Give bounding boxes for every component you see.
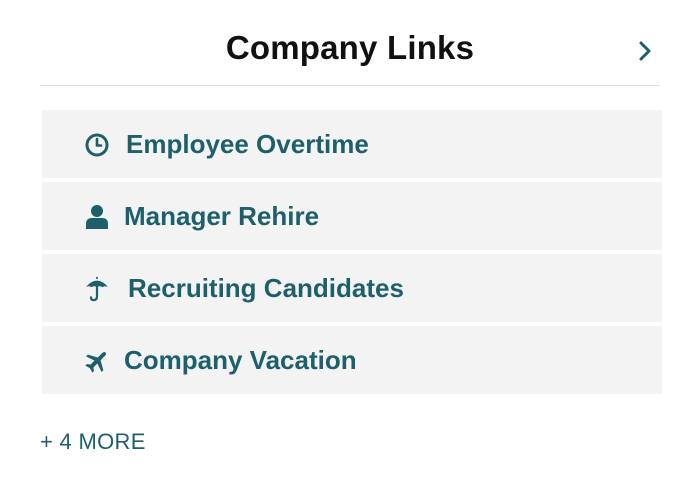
link-label: Employee Overtime [126, 129, 369, 159]
company-links-list: Employee Overtime Manager Rehire Recruit… [42, 110, 662, 398]
clock-icon [84, 132, 110, 158]
link-company-vacation[interactable]: Company Vacation [42, 326, 662, 394]
widget-title: Company Links [225, 29, 475, 66]
link-label: Company Vacation [124, 345, 357, 375]
link-label: Recruiting Candidates [128, 273, 404, 303]
chevron-right-icon[interactable] [634, 40, 656, 62]
airplane-icon [84, 348, 110, 374]
umbrella-icon [84, 276, 110, 302]
link-label: Manager Rehire [124, 201, 320, 231]
widget-header: Company Links [40, 0, 660, 86]
show-more-link[interactable]: + 4 MORE [40, 428, 146, 456]
link-employee-overtime[interactable]: Employee Overtime [42, 110, 662, 178]
user-icon [84, 204, 110, 230]
link-manager-rehire[interactable]: Manager Rehire [42, 182, 662, 250]
link-recruiting-candidates[interactable]: Recruiting Candidates [42, 254, 662, 322]
